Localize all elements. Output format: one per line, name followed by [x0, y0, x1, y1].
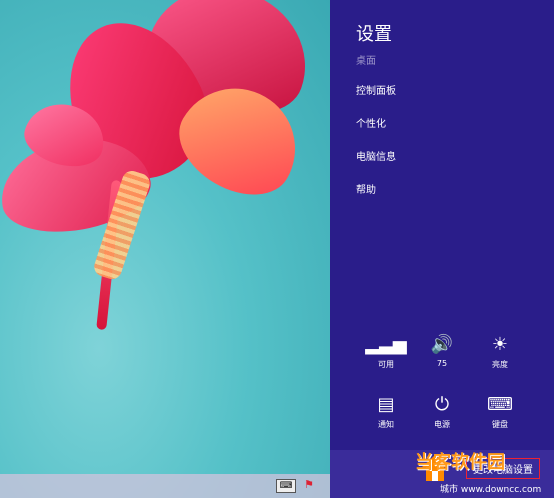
quick-brightness[interactable]: ☀ 亮度 [470, 333, 530, 370]
action-center-flag-icon[interactable]: ⚑ [304, 479, 316, 491]
quick-keyboard-label: 键盘 [492, 420, 508, 429]
brightness-icon: ☀ [491, 334, 509, 355]
quick-network-label: 可用 [378, 360, 394, 369]
notifications-icon: ▤ [377, 394, 395, 415]
menu-item-personalization[interactable]: 个性化 [356, 116, 396, 149]
settings-menu: 控制面板 个性化 电脑信息 帮助 [356, 83, 396, 215]
watermark-url: 城市 www.downcc.com [440, 485, 542, 495]
settings-charm-pane: 设置 桌面 控制面板 个性化 电脑信息 帮助 ▂▃▅ 可用 🔊 75 ☀ 亮度 … [330, 0, 554, 498]
taskbar: ⌨ ⚑ [0, 474, 330, 498]
quick-power-label: 电源 [434, 420, 450, 429]
quick-power[interactable]: ⏻ 电源 [412, 393, 472, 430]
pane-context-subtitle: 桌面 [356, 56, 376, 67]
quick-notifications-label: 通知 [378, 420, 394, 429]
volume-icon: 🔊 [430, 334, 454, 355]
desktop-wallpaper: ⌨ ⚑ [0, 0, 330, 498]
quick-brightness-label: 亮度 [492, 360, 508, 369]
keyboard-icon: ⌨ [487, 394, 513, 415]
power-icon: ⏻ [434, 394, 450, 415]
menu-item-pc-info[interactable]: 电脑信息 [356, 149, 396, 182]
keyboard-icon[interactable]: ⌨ [276, 479, 296, 493]
quick-notifications[interactable]: ▤ 通知 [356, 393, 416, 430]
watermark-logo-text: 当客软件园 [415, 452, 505, 473]
menu-item-control-panel[interactable]: 控制面板 [356, 83, 396, 116]
menu-item-help[interactable]: 帮助 [356, 182, 396, 215]
quick-keyboard[interactable]: ⌨ 键盘 [470, 393, 530, 430]
quick-volume-label: 75 [436, 359, 448, 368]
quick-network[interactable]: ▂▃▅ 可用 [356, 333, 416, 370]
quick-volume[interactable]: 🔊 75 [412, 333, 472, 368]
network-icon: ▂▃▅ [365, 334, 407, 355]
pane-title: 设置 [356, 24, 392, 45]
